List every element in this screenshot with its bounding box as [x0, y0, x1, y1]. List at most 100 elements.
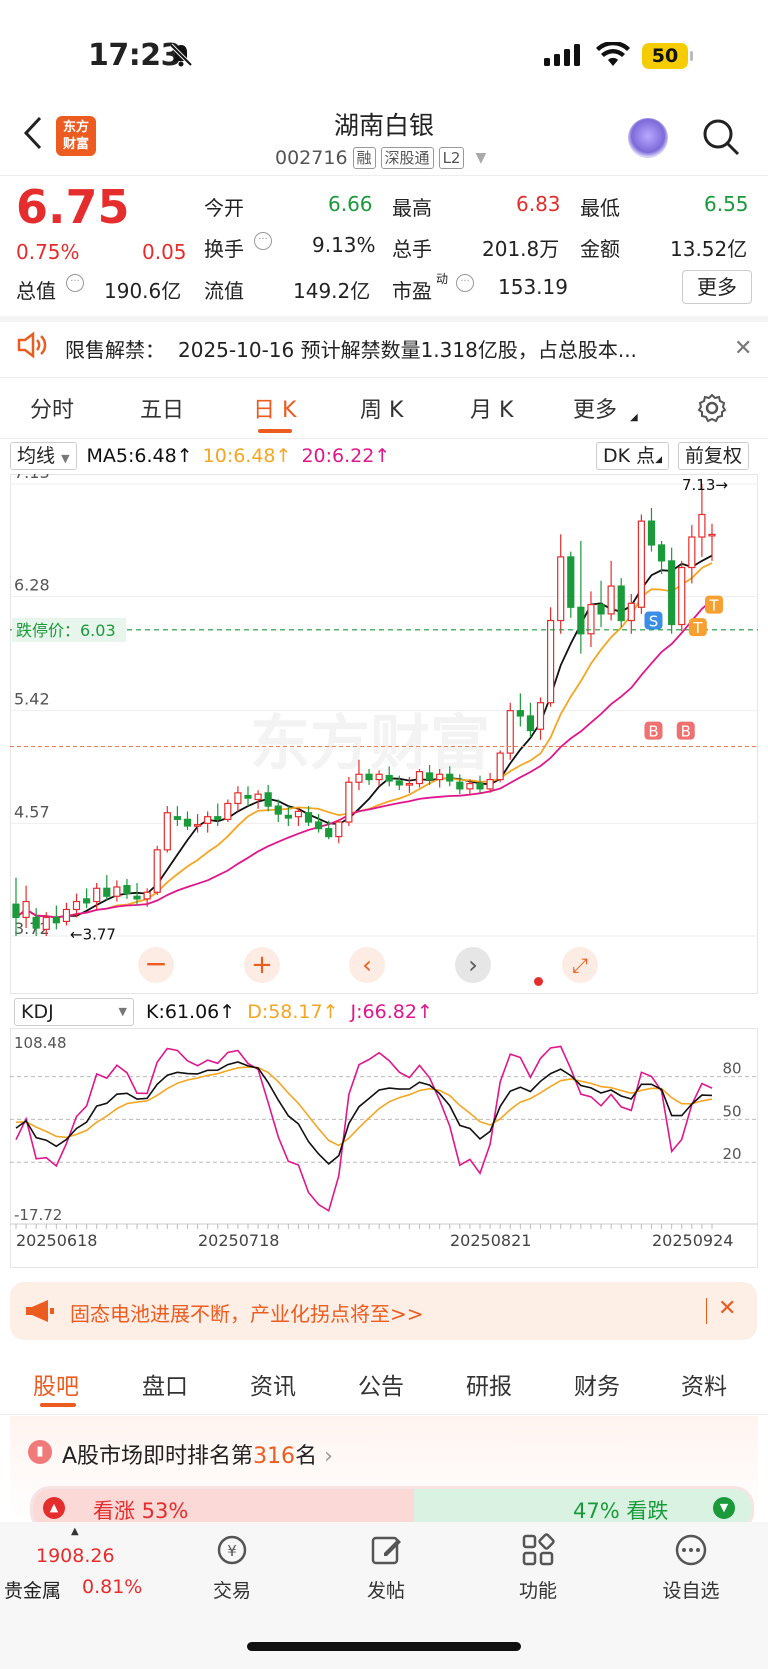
- kdj-k-text: K:61.06: [146, 1001, 220, 1023]
- ranking-card[interactable]: ▮ A股市场即时排名第316名 › ▲ 看涨 53% 47% 看跌 ▼: [10, 1416, 758, 1532]
- pe-value: 153.19: [498, 275, 568, 299]
- candle-up: [93, 887, 101, 903]
- price-tick-label: 5.42: [14, 690, 50, 709]
- candle-up: [496, 752, 504, 781]
- ad-divider: [706, 1298, 707, 1324]
- subtab-guba[interactable]: 股吧: [33, 1367, 79, 1401]
- subtabs-divider: [0, 1414, 768, 1415]
- ma-bar: 均线 ▼ MA5:6.48↑ 10:6.48↑ 20:6.22↑: [10, 442, 390, 470]
- candle-up: [294, 810, 303, 818]
- zoom-in-button[interactable]: +: [244, 947, 280, 983]
- candle-down: [446, 773, 454, 782]
- pan-right-button[interactable]: ›: [455, 947, 491, 983]
- close-icon[interactable]: ✕: [734, 336, 752, 361]
- quote-divider: [0, 316, 768, 322]
- kline-chart[interactable]: 东方财富7.136.285.424.573.72跌停价：6.037.13→←3.…: [10, 474, 758, 994]
- subtab-research[interactable]: 研报: [466, 1367, 512, 1401]
- ma20-text: 20:6.22: [301, 445, 375, 467]
- signal-sell-marker-label: S: [649, 613, 659, 631]
- svg-text:¥: ¥: [227, 1542, 237, 1560]
- adjust-button[interactable]: 前复权: [678, 442, 750, 470]
- index-name[interactable]: 贵金属: [4, 1576, 61, 1603]
- robot-assistant-icon[interactable]: [628, 118, 668, 158]
- candle-up: [678, 566, 686, 626]
- volume-value: 201.8万: [482, 237, 560, 261]
- kdj-bottom-label: -17.72: [14, 1206, 62, 1224]
- notice-divider: [0, 377, 768, 378]
- kdj-top-label: 108.48: [14, 1034, 67, 1052]
- info-icon[interactable]: ···: [254, 232, 272, 250]
- candle-down: [425, 772, 434, 781]
- ma10-text: 10:6.48: [202, 445, 276, 467]
- tag-connect: 深股通: [380, 147, 434, 169]
- subtab-pankou[interactable]: 盘口: [142, 1367, 188, 1401]
- nav-function[interactable]: 功能: [493, 1576, 583, 1603]
- home-indicator: [247, 1642, 521, 1651]
- watermark: 东方财富: [250, 709, 490, 779]
- subtab-profile[interactable]: 资料: [681, 1367, 727, 1401]
- tab-monthly-k[interactable]: 月 K: [470, 392, 513, 424]
- index-value[interactable]: 1908.26: [36, 1545, 115, 1567]
- candle-up: [113, 886, 121, 897]
- candle-down: [668, 560, 676, 626]
- kdj-j-text: J:66.82: [350, 1001, 417, 1023]
- date-label: 20250821: [450, 1231, 531, 1250]
- signal-buy-marker-label: B: [648, 723, 658, 741]
- up-arrow-icon: ▲: [43, 1497, 65, 1519]
- ad-banner[interactable]: 固态电池进展不断，产业化拐点将至>> ✕: [10, 1282, 757, 1340]
- candle-up: [254, 793, 262, 801]
- nav-post[interactable]: 发帖: [341, 1576, 431, 1603]
- date-label: 20250924: [652, 1231, 733, 1250]
- ad-close-icon[interactable]: ✕: [718, 1296, 736, 1321]
- candle-up: [436, 773, 444, 781]
- tag-margin: 融: [352, 147, 376, 169]
- candle-up: [22, 900, 30, 919]
- dk-point-button[interactable]: DK 点◢: [596, 442, 670, 470]
- candle-up: [234, 792, 242, 805]
- expand-up-icon[interactable]: ▲: [71, 1526, 79, 1537]
- wifi-icon: [596, 40, 630, 72]
- info-icon[interactable]: ···: [456, 274, 474, 292]
- tab-weekly-k[interactable]: 周 K: [360, 392, 403, 424]
- subtab-finance[interactable]: 财务: [574, 1367, 620, 1401]
- candle-up: [688, 536, 696, 569]
- subtab-news[interactable]: 资讯: [250, 1367, 296, 1401]
- more-quote-button[interactable]: 更多: [682, 270, 752, 304]
- tab-five-day[interactable]: 五日: [140, 392, 184, 424]
- candle-down: [173, 816, 181, 820]
- settings-gear-icon[interactable]: [697, 393, 727, 427]
- indicator-select[interactable]: 均线 ▼: [10, 442, 77, 470]
- tab-intraday[interactable]: 分时: [30, 392, 74, 424]
- candle-down: [12, 903, 20, 919]
- pan-left-button[interactable]: ‹: [349, 947, 385, 983]
- kdj-level-label: 80: [722, 1060, 741, 1078]
- red-dot-indicator: [534, 977, 543, 986]
- nav-add-watchlist[interactable]: 设自选: [646, 1576, 736, 1603]
- tab-daily-k[interactable]: 日 K: [253, 392, 296, 424]
- battery-indicator: 50: [642, 43, 688, 69]
- candle-up: [405, 782, 413, 786]
- mktcap-label: 总值: [16, 279, 56, 303]
- kdj-select[interactable]: KDJ ▼: [14, 998, 134, 1026]
- chevron-right-icon: ›: [317, 1444, 333, 1469]
- search-icon[interactable]: [702, 118, 740, 156]
- candle-up: [72, 900, 81, 911]
- nav-trade[interactable]: 交易: [187, 1576, 277, 1603]
- info-icon[interactable]: ···: [66, 274, 84, 292]
- candle-up: [607, 585, 615, 615]
- candle-down: [244, 794, 252, 799]
- dk-label: DK 点: [603, 445, 656, 467]
- fullscreen-icon[interactable]: ⤢: [562, 947, 598, 983]
- kdj-chart[interactable]: 80 50 20 108.48 -17.72 20250618 20250718 202508…: [10, 1028, 758, 1268]
- candle-up: [153, 849, 161, 893]
- candle-down: [597, 604, 605, 615]
- ma5-text: MA5:6.48: [86, 445, 177, 467]
- notice-text[interactable]: 2025-10-16 预计解禁数量1.318亿股，占总股本...: [178, 334, 688, 363]
- subtab-announcements[interactable]: 公告: [358, 1367, 404, 1401]
- kdj-level-label: 20: [722, 1145, 741, 1163]
- stock-subtitle[interactable]: 002716 融 深股通 L2 ▼: [275, 147, 486, 169]
- tab-more[interactable]: 更多: [573, 392, 617, 424]
- candle-up: [415, 771, 424, 785]
- zoom-out-button[interactable]: −: [138, 947, 174, 983]
- signal-icon: [544, 44, 584, 70]
